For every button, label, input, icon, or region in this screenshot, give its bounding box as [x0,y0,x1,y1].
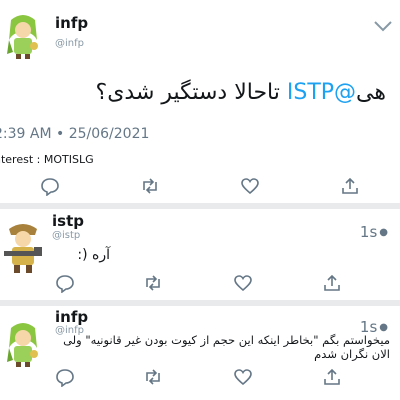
mention-link[interactable]: @ISTP [287,80,356,105]
reply-text: آره (: [77,247,110,263]
author-name[interactable]: infp [55,308,88,326]
reply-text: میخواستم بگم "بخاطر اینکه این حجم از کیو… [63,333,390,361]
tweet-text: هی@ISTP تاحالا دستگیر شدی؟ [96,80,386,105]
tweet-actions [0,176,400,198]
reply-icon[interactable] [55,273,75,293]
reply-tweet: istp @istp 1s ● آره (: [0,209,400,300]
avatar-infp[interactable] [3,10,43,60]
share-icon[interactable] [322,367,342,387]
tweet-text-start: هی [356,80,386,105]
reply-tweet: infp @infp 1s ● میخواستم بگم "بخاطر اینکه… [0,306,400,400]
like-icon[interactable] [240,176,260,196]
author-handle[interactable]: @istp [52,230,80,241]
reply-actions [0,273,400,295]
reply-time-value: 1s [359,223,378,241]
chevron-down-icon[interactable] [372,18,394,32]
main-tweet: infp @infp هی@ISTP تاحالا دستگیر شدی؟ 2:… [0,0,400,203]
retweet-icon[interactable] [140,176,160,196]
retweet-icon[interactable] [143,273,163,293]
reply-time: 1s ● [359,223,388,241]
reply-icon[interactable] [55,367,75,387]
like-icon[interactable] [233,273,253,293]
tweet-timestamp[interactable]: 2:39 AM • 25/06/2021 [0,126,149,142]
retweet-icon[interactable] [143,367,163,387]
share-icon[interactable] [340,176,360,196]
tweet-text-end: تاحالا دستگیر شدی؟ [95,80,280,105]
share-icon[interactable] [322,273,342,293]
avatar-istp[interactable] [1,217,45,275]
avatar-infp[interactable] [3,318,43,368]
like-icon[interactable] [233,367,253,387]
author-handle[interactable]: @infp [55,38,84,49]
reply-actions [0,367,400,389]
interest-label: nterest : MOTISLG [0,153,94,166]
reply-icon[interactable] [40,176,60,196]
author-name[interactable]: infp [55,14,88,32]
author-name[interactable]: istp [52,212,84,230]
